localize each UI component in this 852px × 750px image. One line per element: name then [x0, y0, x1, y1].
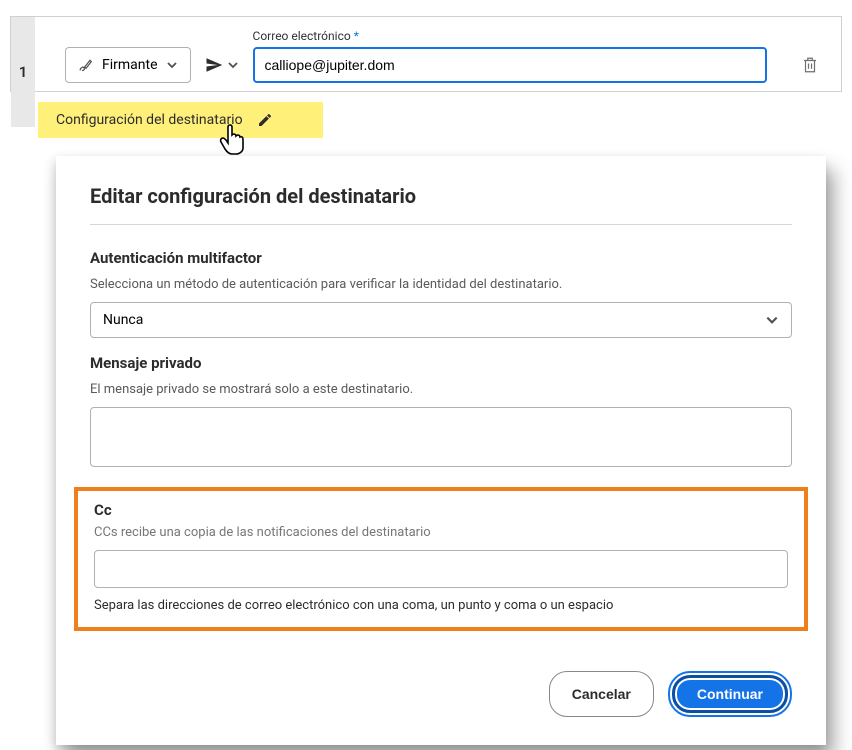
recipient-row-content: Firmante Correo electrónico * — [65, 29, 825, 83]
delete-recipient-button[interactable] — [795, 47, 825, 83]
cc-heading: Cc — [94, 501, 788, 519]
role-label: Firmante — [102, 57, 158, 73]
private-message-description: El mensaje privado se mostrará solo a es… — [90, 382, 792, 397]
email-input[interactable] — [253, 47, 767, 83]
continue-button-focus-ring: Continuar — [668, 671, 792, 717]
cursor-pointer-icon — [218, 124, 246, 156]
continue-button[interactable]: Continuar — [672, 675, 788, 713]
recipient-row: 1 Firmante Correo electrónico * — [10, 16, 842, 92]
auth-section: Autenticación multifactor Selecciona un … — [90, 249, 792, 338]
recipient-number: 1 — [11, 17, 35, 127]
modal-title: Editar configuración del destinatario — [90, 184, 792, 208]
modal-button-row: Cancelar Continuar — [90, 671, 792, 717]
config-label: Configuración del destinatario — [56, 112, 243, 128]
cc-section-highlight: Cc CCs recibe una copia de las notificac… — [74, 487, 808, 631]
recipient-config-link[interactable]: Configuración del destinatario — [38, 102, 323, 138]
cc-input[interactable] — [94, 550, 788, 588]
chevron-down-icon — [166, 59, 178, 71]
modal-divider — [90, 224, 792, 225]
chevron-down-icon — [227, 59, 239, 71]
email-field-wrap: Correo electrónico * — [253, 29, 767, 83]
auth-heading: Autenticación multifactor — [90, 249, 792, 267]
auth-description: Selecciona un método de autenticación pa… — [90, 277, 792, 292]
role-dropdown[interactable]: Firmante — [65, 47, 191, 83]
cc-description: CCs recibe una copia de las notificacion… — [94, 525, 788, 540]
chevron-down-icon — [765, 313, 779, 327]
private-message-input[interactable] — [90, 407, 792, 467]
email-label: Correo electrónico * — [253, 29, 767, 43]
signer-icon — [78, 57, 94, 73]
private-message-section: Mensaje privado El mensaje privado se mo… — [90, 354, 792, 471]
auth-method-select[interactable]: Nunca — [90, 302, 792, 338]
auth-selected-value: Nunca — [103, 312, 143, 328]
trash-icon — [801, 55, 819, 75]
private-message-heading: Mensaje privado — [90, 354, 792, 372]
cancel-button[interactable]: Cancelar — [549, 671, 654, 717]
delivery-method-dropdown[interactable] — [201, 47, 243, 83]
send-icon — [205, 56, 223, 74]
edit-icon — [257, 112, 273, 128]
edit-recipient-modal: Editar configuración del destinatario Au… — [56, 156, 826, 745]
required-asterisk: * — [354, 29, 359, 43]
cc-hint: Separa las direcciones de correo electró… — [94, 598, 788, 613]
